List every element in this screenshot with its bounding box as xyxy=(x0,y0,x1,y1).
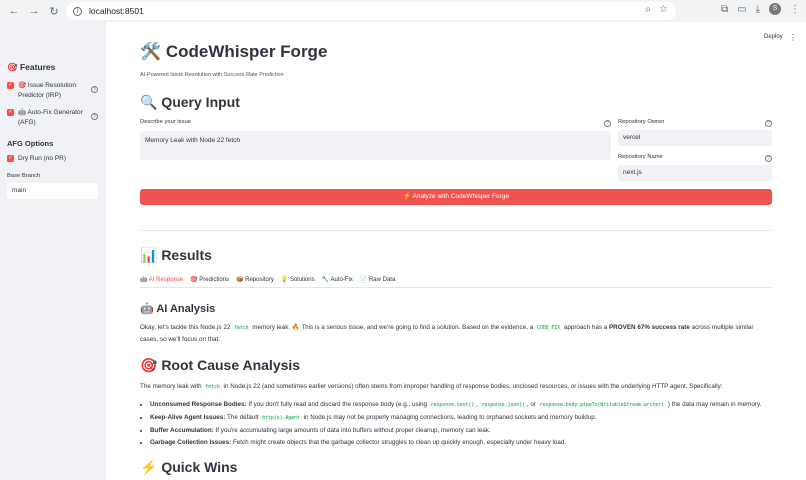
text: in Node.js 22 (and sometimes earlier ver… xyxy=(223,383,723,390)
cast-icon[interactable]: ▭ xyxy=(737,4,746,15)
divider xyxy=(140,230,772,231)
root-cause-list: Unconsumed Response Bodies: If you don't… xyxy=(150,399,772,449)
bold-text: PROVEN 67% success rate xyxy=(608,324,690,331)
bold-text: Unconsumed Response Bodies: xyxy=(150,401,247,408)
describe-issue-label: Describe your issue xyxy=(140,119,191,125)
text: If you're accumulating large amounts of … xyxy=(215,427,491,434)
page-subtitle: AI-Powered Issue Resolution with Success… xyxy=(140,72,284,78)
text: memory leak. 🔥 This is a serious issue, … xyxy=(252,324,534,331)
download-icon[interactable]: ⤓ xyxy=(756,4,760,15)
help-icon[interactable]: ? xyxy=(765,155,772,162)
inline-code: response.body.pipeTo(WritableStream.writ… xyxy=(537,403,666,408)
zoom-icon[interactable]: ⌕ xyxy=(645,4,651,15)
browser-toolbar: ← → ↻ i localhost:8501 ⌕ ☆ ⧉ ▭ ⤓ S ⋮ xyxy=(0,0,806,22)
features-title: 🎯 Features xyxy=(7,62,56,72)
query-input-heading: 🔍 Query Input xyxy=(140,94,240,110)
text: , or xyxy=(526,401,537,408)
irp-label-line1: 🎯 Issue Resolution xyxy=(18,82,76,89)
checkbox-checked-icon[interactable]: ✓ xyxy=(7,82,14,89)
text: Okay, let's tackle this Node.js 22 xyxy=(140,324,231,331)
root-cause-heading: 🎯 Root Cause Analysis xyxy=(140,357,301,373)
repo-name-input[interactable]: next.js xyxy=(618,165,772,181)
results-heading: 📊 Results xyxy=(140,247,212,263)
help-icon[interactable]: ? xyxy=(91,86,98,93)
text: If you don't fully read and discard the … xyxy=(248,401,428,408)
afg-options-title: AFG Options xyxy=(7,139,54,148)
bold-text: Buffer Accumulation: xyxy=(150,427,214,434)
page-title: 🛠️ CodeWhisper Forge xyxy=(140,42,328,61)
text: ) the data may remain in memory. xyxy=(667,401,762,408)
dry-run-label: Dry Run (no PR) xyxy=(18,155,67,162)
list-item: Garbage Collection Issues: Fetch might c… xyxy=(150,437,772,449)
afg-label-line2: (AFG) xyxy=(18,119,36,126)
bold-text: Garbage Collection Issues: xyxy=(150,439,232,446)
dry-run-checkbox[interactable]: ✓ Dry Run (no PR) xyxy=(7,154,66,164)
irp-checkbox[interactable]: ✓ 🎯 Issue Resolution Predictor (IRP) xyxy=(7,81,76,101)
inline-code: fetch xyxy=(232,326,251,331)
text: The default xyxy=(227,414,259,421)
forward-icon[interactable]: → xyxy=(26,3,42,19)
ai-analysis-paragraph: Okay, let's tackle this Node.js 22 fetch… xyxy=(140,322,772,345)
browser-menu-icon[interactable]: ⋮ xyxy=(790,4,800,15)
list-item: Unconsumed Response Bodies: If you don't… xyxy=(150,399,772,412)
base-branch-input[interactable]: main xyxy=(7,183,98,199)
issue-textarea[interactable]: Memory Leak with Node 22 fetch xyxy=(140,131,611,160)
text: Fetch might create objects that the garb… xyxy=(232,439,567,446)
main-content: 🛠️ CodeWhisper Forge AI-Powered Issue Re… xyxy=(140,22,772,480)
tabs-divider xyxy=(140,287,772,288)
checkbox-checked-icon[interactable]: ✓ xyxy=(7,155,14,162)
address-bar[interactable]: i localhost:8501 ⌕ ☆ xyxy=(66,2,676,20)
inline-code: CODE FIX xyxy=(534,326,563,331)
repo-owner-input[interactable]: vercel xyxy=(618,130,772,146)
base-branch-label: Base Branch xyxy=(7,173,41,179)
afg-label-line1: 🤖 Auto-Fix Generator xyxy=(18,109,83,116)
url-text: localhost:8501 xyxy=(89,6,144,16)
inline-code: response.json() xyxy=(479,403,527,408)
inline-code: response.text() xyxy=(428,403,477,408)
bold-text: Keep-Alive Agent Issues: xyxy=(150,414,226,421)
bookmark-star-icon[interactable]: ☆ xyxy=(659,4,668,15)
reload-icon[interactable]: ↻ xyxy=(46,3,62,19)
sidebar: 🎯 Features ✓ 🎯 Issue Resolution Predicto… xyxy=(0,22,106,480)
help-icon[interactable]: ? xyxy=(604,120,611,127)
inline-code: fetch xyxy=(203,385,222,390)
list-item: Keep-Alive Agent Issues: The default htt… xyxy=(150,412,772,425)
ai-analysis-heading: 🤖 AI Analysis xyxy=(140,303,216,315)
extensions-icon[interactable]: ⧉ xyxy=(721,4,728,15)
help-icon[interactable]: ? xyxy=(91,113,98,120)
root-cause-paragraph: The memory leak with fetch in Node.js 22… xyxy=(140,381,772,393)
irp-label-line2: Predictor (IRP) xyxy=(18,92,61,99)
text: approach has a xyxy=(563,324,608,331)
help-icon[interactable]: ? xyxy=(765,120,772,127)
checkbox-checked-icon[interactable]: ✓ xyxy=(7,109,14,116)
repo-owner-label: Repository Owner xyxy=(618,119,665,125)
site-info-icon[interactable]: i xyxy=(73,6,82,16)
inline-code: http(s).Agent xyxy=(260,416,302,421)
text: in Node.js may not be properly managing … xyxy=(303,414,597,421)
profile-avatar[interactable]: S xyxy=(769,3,781,15)
list-item: Buffer Accumulation: If you're accumulat… xyxy=(150,425,772,437)
app-menu-icon[interactable]: ⋮ xyxy=(789,33,797,42)
analyze-button[interactable]: ⚡ Analyze with CodeWhisper Forge xyxy=(140,189,772,205)
afg-checkbox[interactable]: ✓ 🤖 Auto-Fix Generator (AFG) xyxy=(7,108,83,128)
repo-name-label: Repository Name xyxy=(618,154,663,160)
text: , xyxy=(476,401,478,408)
text: The memory leak with xyxy=(140,383,202,390)
quick-wins-heading: ⚡ Quick Wins xyxy=(140,459,238,475)
back-icon[interactable]: ← xyxy=(6,3,22,19)
